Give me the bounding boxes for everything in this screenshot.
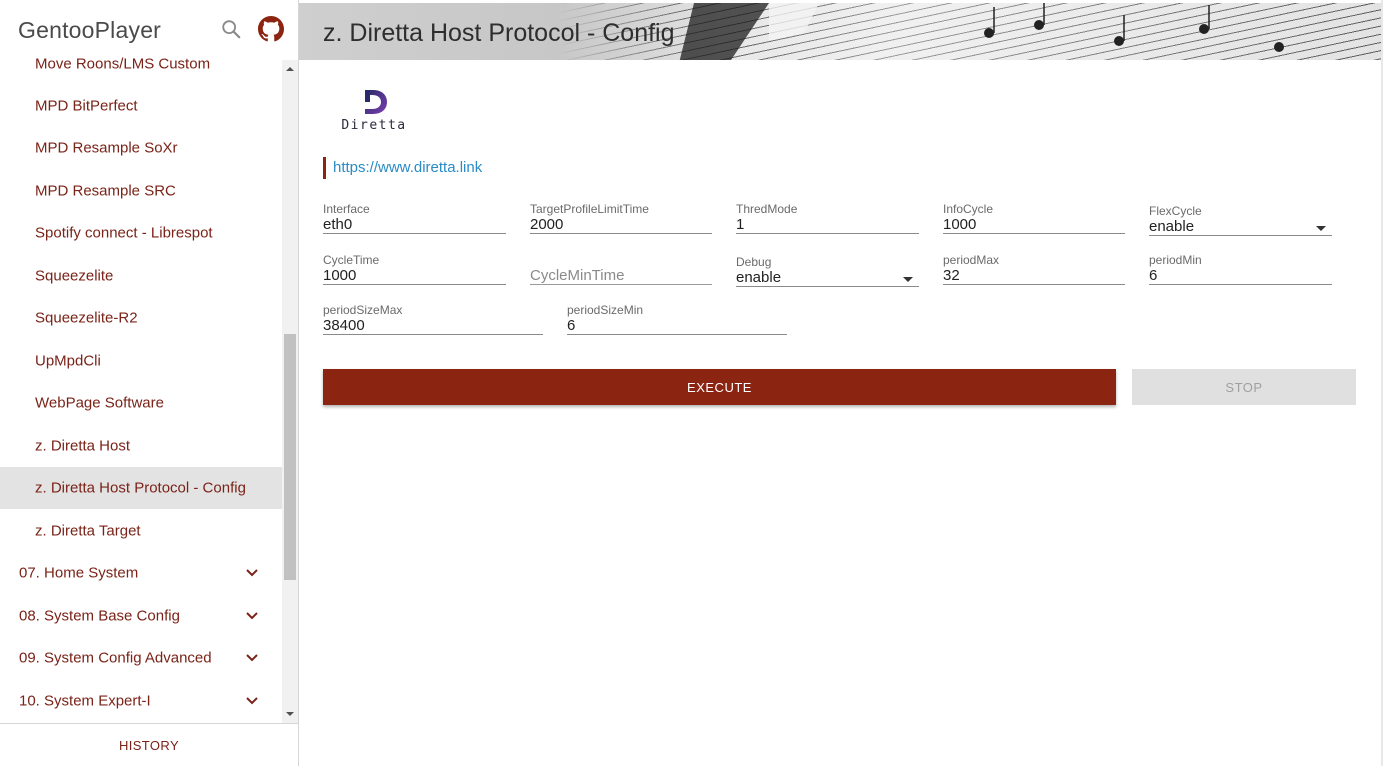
period-max-field[interactable]: periodMax 32 [943, 253, 1125, 285]
diretta-logo-mark-icon [365, 90, 387, 114]
info-cycle-field[interactable]: InfoCycle 1000 [943, 202, 1125, 234]
scrollbar-thumb[interactable] [284, 334, 296, 580]
menu-group-system-config-advanced[interactable]: 09. System Config Advanced [0, 637, 282, 679]
link-row: https://www.diretta.link [323, 157, 482, 179]
field-value: enable [1149, 218, 1195, 235]
menu-group-label: 08. System Base Config [19, 607, 180, 625]
menu-group-system-expert-i[interactable]: 10. System Expert-I [0, 680, 282, 722]
menu-item-label: Squeezelite-R2 [35, 309, 138, 327]
menu-item-label: MPD BitPerfect [35, 97, 138, 115]
menu-item-label: MPD Resample SRC [35, 182, 176, 200]
menu-item-label: z. Diretta Host [35, 437, 131, 455]
chevron-down-icon [246, 654, 258, 662]
main-panel: z. Diretta Host Protocol - Config Dirett… [299, 0, 1383, 766]
field-label: Debug [736, 255, 772, 269]
field-value: 32 [943, 267, 960, 284]
field-label: CycleTime [323, 253, 380, 267]
field-label: Interface [323, 202, 370, 216]
chevron-down-icon [246, 612, 258, 620]
diretta-website-link[interactable]: https://www.diretta.link [333, 159, 482, 176]
menu-item-spotify-connect[interactable]: Spotify connect - Librespot [0, 212, 282, 254]
field-value: 2000 [530, 216, 564, 233]
menu-item-diretta-host-protocol-config[interactable]: z. Diretta Host Protocol - Config [0, 467, 282, 509]
menu-item-label: UpMpdCli [35, 352, 101, 370]
menu-group-label: 09. System Config Advanced [19, 649, 212, 667]
field-label: ThredMode [736, 202, 798, 216]
field-value: eth0 [323, 216, 353, 233]
period-size-min-field[interactable]: periodSizeMin 6 [567, 303, 787, 335]
field-value: 6 [567, 317, 576, 334]
field-value: enable [736, 269, 782, 286]
period-size-max-field[interactable]: periodSizeMax 38400 [323, 303, 543, 335]
dropdown-caret-icon [1316, 226, 1326, 231]
sidebar-footer: HISTORY [0, 723, 298, 766]
menu-item-mpd-resample-src[interactable]: MPD Resample SRC [0, 170, 282, 212]
field-value: 6 [1149, 267, 1158, 284]
menu-group-label: 10. System Expert-I [19, 692, 151, 710]
menu-item-label: Spotify connect - Librespot [35, 224, 213, 242]
field-label: periodMax [943, 253, 1000, 267]
chevron-down-icon [246, 569, 258, 577]
menu-group-system-base-config[interactable]: 08. System Base Config [0, 595, 282, 637]
menu-item-mpd-resample-soxr[interactable]: MPD Resample SoXr [0, 127, 282, 169]
menu-item-mpd-bitperfect[interactable]: MPD BitPerfect [0, 85, 282, 127]
menu-item-diretta-target[interactable]: z. Diretta Target [0, 510, 282, 552]
menu-item-upmpdcli[interactable]: UpMpdCli [0, 340, 282, 382]
field-label: InfoCycle [943, 202, 994, 216]
field-label: TargetProfileLimitTime [530, 202, 649, 216]
menu-item-webpage-software[interactable]: WebPage Software [0, 382, 282, 424]
menu-list: Move Roons/LMS Custom MPD BitPerfect MPD… [0, 45, 282, 723]
menu-group-label: 07. Home System [19, 564, 139, 582]
menu-item-label: z. Diretta Host Protocol - Config [35, 479, 246, 497]
menu-item-label: Move Roons/LMS Custom [35, 55, 211, 73]
field-label: periodSizeMin [567, 303, 644, 317]
field-label: periodMin [1149, 253, 1202, 267]
cycle-min-time-field[interactable]: CycleMinTime [530, 253, 712, 285]
scroll-up-arrow-icon[interactable] [282, 62, 298, 76]
field-value: 1000 [943, 216, 977, 233]
menu-item-label: WebPage Software [35, 394, 164, 412]
field-label: FlexCycle [1149, 204, 1202, 218]
cycle-time-field[interactable]: CycleTime 1000 [323, 253, 506, 285]
menu-item-label: z. Diretta Target [35, 522, 141, 540]
field-label: periodSizeMax [323, 303, 403, 317]
menu-item-squeezelite[interactable]: Squeezelite [0, 255, 282, 297]
menu-item-label: Squeezelite [35, 267, 114, 285]
diretta-logo: Diretta [331, 84, 405, 136]
github-icon[interactable] [258, 16, 284, 42]
search-icon[interactable] [220, 18, 242, 40]
debug-select[interactable]: Debug enable [736, 255, 919, 287]
field-value: 38400 [323, 317, 365, 334]
field-value: 1000 [323, 267, 357, 284]
scroll-down-arrow-icon[interactable] [282, 707, 298, 721]
menu-item-diretta-host[interactable]: z. Diretta Host [0, 425, 282, 467]
target-profile-limit-time-field[interactable]: TargetProfileLimitTime 2000 [530, 202, 712, 234]
field-value: 1 [736, 216, 745, 233]
period-min-field[interactable]: periodMin 6 [1149, 253, 1332, 285]
execute-button[interactable]: EXECUTE [323, 369, 1116, 405]
logo-text: Diretta [341, 118, 407, 133]
sidebar: GentooPlayer Move Roons/LMS Custom MPD B… [0, 0, 299, 766]
sidebar-scrollbar[interactable] [282, 60, 298, 723]
page-banner: z. Diretta Host Protocol - Config [299, 0, 1381, 60]
menu-group-home-system[interactable]: 07. Home System [0, 552, 282, 594]
menu-item-move-roons-lms-custom[interactable]: Move Roons/LMS Custom [0, 45, 282, 85]
page-title: z. Diretta Host Protocol - Config [323, 19, 675, 47]
history-button[interactable]: HISTORY [0, 724, 298, 766]
dropdown-caret-icon [903, 277, 913, 282]
menu-item-label: MPD Resample SoXr [35, 139, 178, 157]
field-placeholder: CycleMinTime [530, 267, 625, 284]
flex-cycle-select[interactable]: FlexCycle enable [1149, 204, 1332, 236]
thred-mode-field[interactable]: ThredMode 1 [736, 202, 919, 234]
app-title: GentooPlayer [18, 17, 162, 43]
menu-item-squeezelite-r2[interactable]: Squeezelite-R2 [0, 297, 282, 339]
interface-field[interactable]: Interface eth0 [323, 202, 506, 234]
stop-button[interactable]: STOP [1132, 369, 1356, 405]
chevron-down-icon [246, 697, 258, 705]
